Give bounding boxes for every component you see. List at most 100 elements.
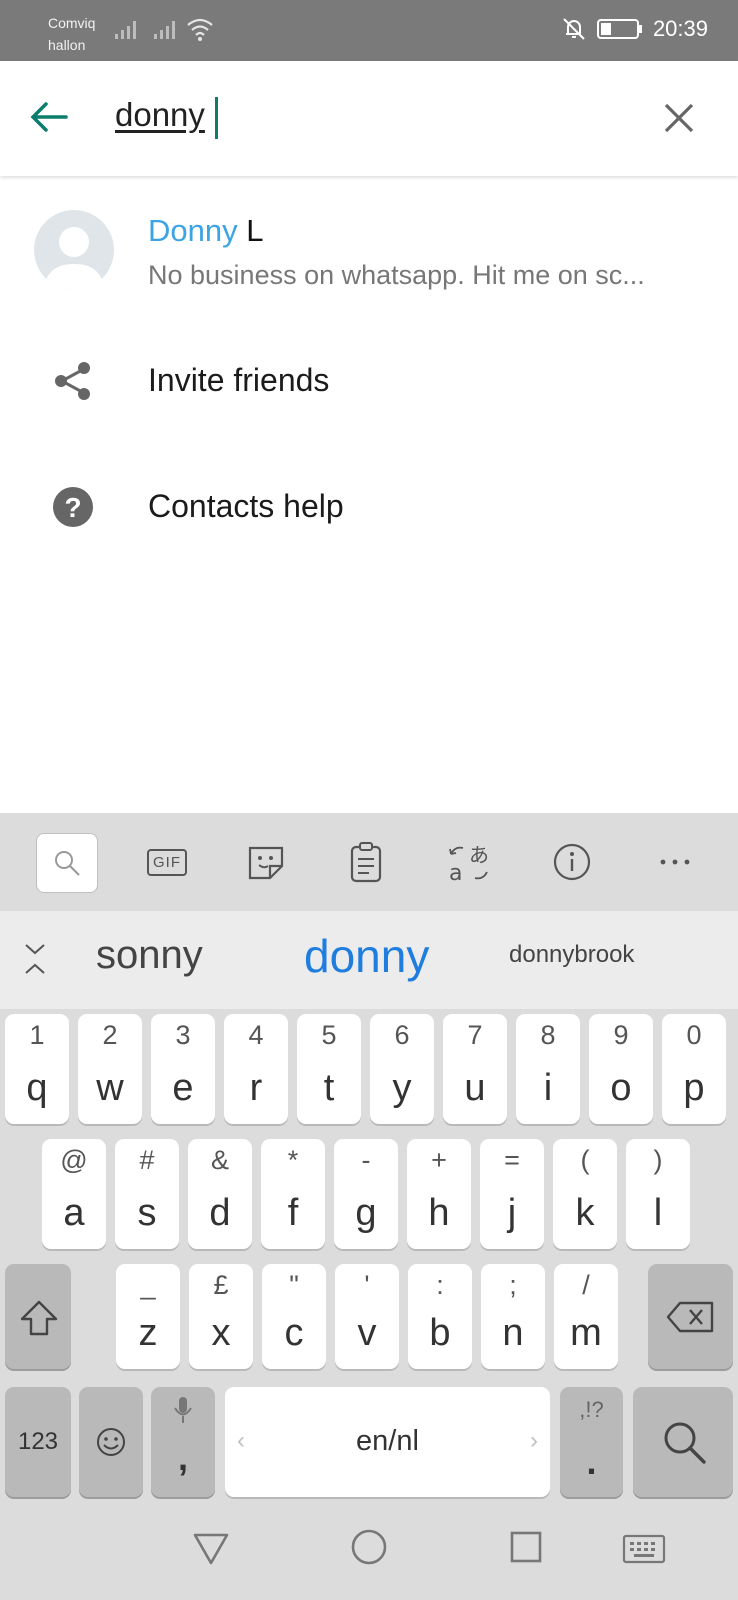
key-label: m xyxy=(570,1312,602,1354)
contacts-help-label: Contacts help xyxy=(148,488,344,524)
key-label: g xyxy=(355,1192,377,1234)
key-f[interactable]: * f xyxy=(261,1139,325,1249)
backspace-key[interactable] xyxy=(648,1264,733,1369)
key-s[interactable]: # s xyxy=(115,1139,179,1249)
carrier-name-1: Comviq xyxy=(48,15,96,31)
text-caret xyxy=(215,97,218,139)
key-hint: / xyxy=(582,1270,590,1300)
key-y[interactable]: 6y xyxy=(370,1014,434,1124)
key-label: q xyxy=(26,1067,48,1109)
invite-friends-label: Invite friends xyxy=(148,362,330,398)
key-hint: - xyxy=(361,1145,371,1175)
emoji-key[interactable] xyxy=(79,1387,143,1497)
status-right: 20:39 xyxy=(561,16,708,42)
signal-icon xyxy=(115,21,136,39)
key-a[interactable]: @ a xyxy=(42,1139,106,1249)
key-m[interactable]: / m xyxy=(554,1264,618,1369)
key-hint: 7 xyxy=(467,1020,483,1050)
more-button[interactable] xyxy=(655,833,695,891)
key-label: d xyxy=(209,1192,231,1234)
key-label: c xyxy=(284,1312,304,1354)
key-t[interactable]: 5t xyxy=(297,1014,361,1124)
gif-button[interactable]: GIF xyxy=(142,833,192,891)
clock: 20:39 xyxy=(652,16,708,41)
key-hint: 3 xyxy=(175,1020,191,1050)
close-icon[interactable] xyxy=(662,101,696,135)
key-label: y xyxy=(392,1067,412,1109)
key-e[interactable]: 3e xyxy=(151,1014,215,1124)
key-r[interactable]: 4r xyxy=(224,1014,288,1124)
key-u[interactable]: 7u xyxy=(443,1014,507,1124)
back-triangle-icon[interactable] xyxy=(192,1532,230,1566)
keyboard-hide-icon[interactable] xyxy=(622,1534,666,1564)
key-i[interactable]: 8i xyxy=(516,1014,580,1124)
key-label: l xyxy=(653,1192,663,1234)
key-p[interactable]: 0p xyxy=(662,1014,726,1124)
search-action-key[interactable] xyxy=(633,1387,733,1497)
gif-label: GIF xyxy=(147,848,187,876)
translate-button[interactable]: あ a xyxy=(447,833,491,891)
key-d[interactable]: & d xyxy=(188,1139,252,1249)
key-c[interactable]: " c xyxy=(262,1264,326,1369)
key-h[interactable]: + h xyxy=(407,1139,471,1249)
search-icon xyxy=(664,1422,706,1464)
suggestion-strip: sonny donny donnybrook xyxy=(0,911,738,1009)
search-input[interactable]: donny xyxy=(115,96,205,134)
key-label: p xyxy=(683,1067,705,1109)
key-x[interactable]: £ x xyxy=(189,1264,253,1369)
numbers-key[interactable]: 123 xyxy=(5,1387,71,1497)
key-label: s xyxy=(137,1192,157,1234)
key-hint: # xyxy=(139,1145,155,1175)
suggestion-item[interactable]: sonny xyxy=(96,933,203,978)
key-j[interactable]: = j xyxy=(480,1139,544,1249)
keyboard-toolbar: GIF あ a xyxy=(0,813,738,911)
keyboard-search-button[interactable] xyxy=(36,833,98,893)
key-o[interactable]: 9o xyxy=(589,1014,653,1124)
spacebar-label: en/nl xyxy=(356,1425,419,1457)
sticker-button[interactable] xyxy=(245,833,287,891)
info-button[interactable] xyxy=(551,833,593,891)
key-label: v xyxy=(357,1312,377,1354)
shift-key[interactable] xyxy=(5,1264,71,1369)
search-icon xyxy=(55,851,80,876)
key-label: x xyxy=(211,1312,231,1354)
key-hint: 5 xyxy=(321,1020,337,1050)
key-hint: * xyxy=(287,1145,299,1175)
key-n[interactable]: ; n xyxy=(481,1264,545,1369)
comma-key[interactable]: , xyxy=(151,1387,215,1497)
carrier-name-2: hallon xyxy=(48,37,86,53)
key-label: h xyxy=(428,1192,450,1234)
key-w[interactable]: 2w xyxy=(78,1014,142,1124)
key-hint: _ xyxy=(140,1270,156,1300)
contact-name-rest: L xyxy=(237,213,264,248)
spacebar[interactable]: ‹ en/nl › xyxy=(225,1387,550,1497)
key-label: z xyxy=(138,1312,158,1354)
suggestion-item[interactable]: donnybrook xyxy=(509,941,634,969)
key-z[interactable]: _ z xyxy=(116,1264,180,1369)
status-bar: Comviq hallon 20:39 xyxy=(0,0,738,61)
home-circle-icon[interactable] xyxy=(350,1528,388,1566)
punctuation-hint: ,!? xyxy=(579,1397,604,1422)
key-hint: ; xyxy=(509,1270,517,1300)
key-v[interactable]: ' v xyxy=(335,1264,399,1369)
recents-square-icon[interactable] xyxy=(509,1530,543,1564)
key-b[interactable]: :b xyxy=(408,1264,472,1369)
clipboard-button[interactable] xyxy=(346,833,386,891)
key-label: n xyxy=(502,1312,524,1354)
collapse-suggestions-icon[interactable] xyxy=(22,941,48,977)
key-k[interactable]: (k xyxy=(553,1139,617,1249)
key-q[interactable]: 1q xyxy=(5,1014,69,1124)
key-hint: 4 xyxy=(248,1020,264,1050)
punctuation-key[interactable]: ,!? . xyxy=(560,1387,623,1497)
avatar xyxy=(34,210,114,290)
key-l[interactable]: ) l xyxy=(626,1139,690,1249)
numbers-key-label: 123 xyxy=(17,1428,59,1455)
contact-name-match: Donny xyxy=(148,213,238,248)
suggestion-item-selected[interactable]: donny xyxy=(304,929,429,983)
period-label: . xyxy=(586,1441,597,1482)
help-icon: ? xyxy=(53,487,93,527)
key-hint: 0 xyxy=(686,1020,702,1050)
key-label: b xyxy=(429,1312,451,1354)
key-g[interactable]: -g xyxy=(334,1139,398,1249)
arrow-left-icon[interactable] xyxy=(28,99,70,135)
